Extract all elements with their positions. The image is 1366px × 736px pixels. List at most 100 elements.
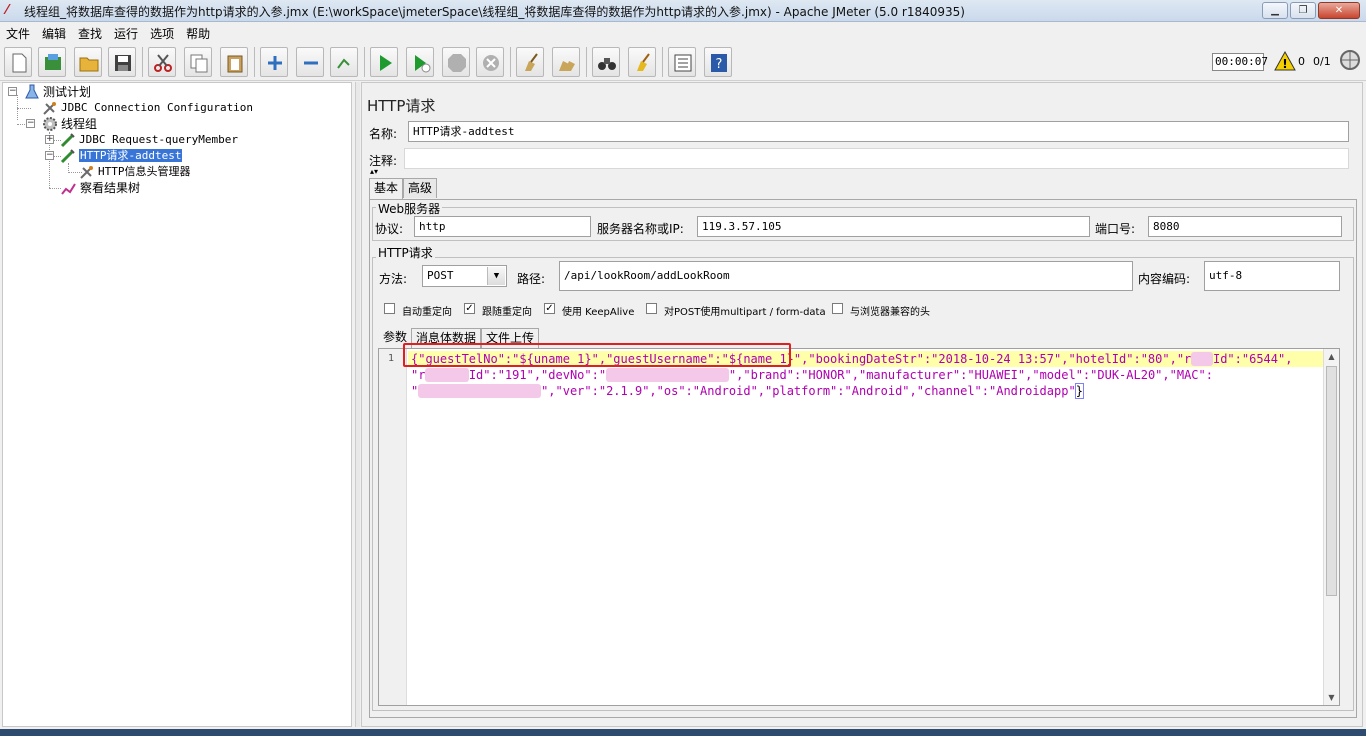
pipette-icon [60,133,75,148]
scroll-thumb[interactable] [1326,366,1337,596]
minus-icon [304,61,318,65]
path-label: 路径: [517,272,546,286]
tree-label: 测试计划 [43,85,92,99]
pane-splitter[interactable] [355,82,360,727]
save-button[interactable] [108,47,136,77]
broom-all-icon [559,61,575,71]
protocol-field[interactable]: http [414,216,591,237]
collapse-toggle[interactable]: − [8,87,17,96]
name-field[interactable]: HTTP请求-addtest [408,121,1349,142]
tree-node-test-plan[interactable]: 测试计划 [24,84,91,100]
tree-node-jdbc-request[interactable]: JDBC Request-queryMember [60,132,238,148]
minimize-button[interactable]: ▁ [1262,2,1288,19]
templates-icon [45,54,61,70]
shutdown-button[interactable] [476,47,504,77]
line-gutter: 1 [379,349,407,705]
warning-icon[interactable]: ! [1274,51,1296,71]
thread-count: 0/1 [1313,55,1331,68]
checkbox-label: 使用 KeepAlive [562,307,635,318]
tree-node-jdbc-config[interactable]: JDBC Connection Configuration [42,100,253,116]
toggle-icon [337,58,350,69]
body-data-editor[interactable]: 1 {"guestTelNo":"${uname 1}","guestUsern… [378,348,1340,706]
tree-label-selected: HTTP请求-addtest [79,149,183,162]
flask-icon [25,84,39,99]
tree-node-http-request[interactable]: HTTP请求-addtest [60,148,183,164]
menu-help[interactable]: 帮助 [180,22,216,42]
reset-search-button[interactable] [628,47,656,77]
templates-button[interactable] [38,47,66,77]
search-button[interactable] [592,47,620,77]
clear-all-button[interactable] [552,47,580,77]
server-field[interactable]: 119.3.57.105 [697,216,1090,237]
new-button[interactable] [4,47,32,77]
scroll-up-icon[interactable]: ▲ [1324,349,1339,364]
expand-toggle[interactable]: + [45,135,54,144]
save-icon [115,55,131,71]
checkbox-keepalive[interactable]: ✓ [544,303,555,314]
collapse-toggle[interactable]: − [45,151,54,160]
expand-button[interactable] [260,47,288,77]
help-button[interactable]: ? [704,47,732,77]
open-button[interactable] [74,47,102,77]
menu-file[interactable]: 文件 [0,22,36,42]
scroll-down-icon[interactable]: ▼ [1324,690,1339,705]
comment-field[interactable] [404,148,1349,169]
menu-search[interactable]: 查找 [72,22,108,42]
cut-button[interactable] [148,47,176,77]
checkbox-follow-redirect[interactable]: ✓ [464,303,475,314]
config-tabs: 基本 高级 [369,178,438,199]
tab-advanced[interactable]: 高级 [403,178,438,198]
reset-search-icon [637,53,650,71]
start-no-pause-button[interactable] [406,47,434,77]
list-icon [674,54,692,72]
toggle-button[interactable] [330,47,358,77]
collapse-arrows-icon[interactable]: ▴▾ [370,167,378,176]
code-fragment: ","brand":"HONOR","manufacturer":"HUAWEI… [728,368,1213,382]
editor-scrollbar[interactable]: ▲ ▼ [1323,349,1339,705]
tree-node-thread-group[interactable]: 线程组 [42,116,97,132]
redacted-text: 3C:5A:00:00:00:00 [418,384,542,398]
title-bar: ⁄ 线程组_将数据库查得的数据作为http请求的入参.jmx (E:\workS… [0,0,1366,22]
menu-options[interactable]: 选项 [144,22,180,42]
function-helper-button[interactable] [668,47,696,77]
close-button[interactable]: ✕ [1318,2,1360,19]
checkbox-auto-redirect[interactable] [384,303,395,314]
method-select[interactable]: POST ▼ [422,265,507,287]
shutdown-icon [483,55,499,71]
checkbox-label: 跟随重定向 [482,307,532,318]
checkbox-browser-headers[interactable] [832,303,843,314]
copy-icon [190,54,208,73]
port-field[interactable]: 8080 [1148,216,1342,237]
encoding-field[interactable]: utf-8 [1204,261,1340,291]
checkbox-multipart[interactable] [646,303,657,314]
tree-node-header-manager[interactable]: HTTP信息头管理器 [79,164,191,180]
svg-text:!: ! [1282,57,1287,71]
menu-edit[interactable]: 编辑 [36,22,72,42]
chart-icon [61,183,76,195]
plus-icon [268,56,282,70]
open-icon [79,57,99,72]
collapse-button[interactable] [296,47,324,77]
play-icon [380,55,392,71]
stop-button[interactable] [442,47,470,77]
copy-button[interactable] [184,47,212,77]
menu-run[interactable]: 运行 [108,22,144,42]
svg-text:?: ? [716,57,723,72]
toolbar: ? [0,43,1366,81]
gear-icon [43,117,57,131]
http-request-panel: HTTP请求 名称: HTTP请求-addtest 注释: ▴▾ 基本 高级 W… [361,82,1363,727]
path-field[interactable]: /api/lookRoom/addLookRoom [559,261,1133,291]
maximize-button[interactable]: ❐ [1290,2,1316,19]
taskbar [0,729,1366,736]
binoculars-icon [598,58,616,70]
paste-button[interactable] [220,47,248,77]
tab-basic[interactable]: 基本 [369,178,404,199]
error-count: 0 [1298,55,1305,68]
collapse-toggle[interactable]: − [26,119,35,128]
redacted-text: oomTyp [425,368,469,382]
wrench-icon [80,166,93,179]
start-button[interactable] [370,47,398,77]
tree-node-results-tree[interactable]: 察看结果树 [61,180,140,196]
wrench-icon [43,102,56,115]
clear-button[interactable] [516,47,544,77]
